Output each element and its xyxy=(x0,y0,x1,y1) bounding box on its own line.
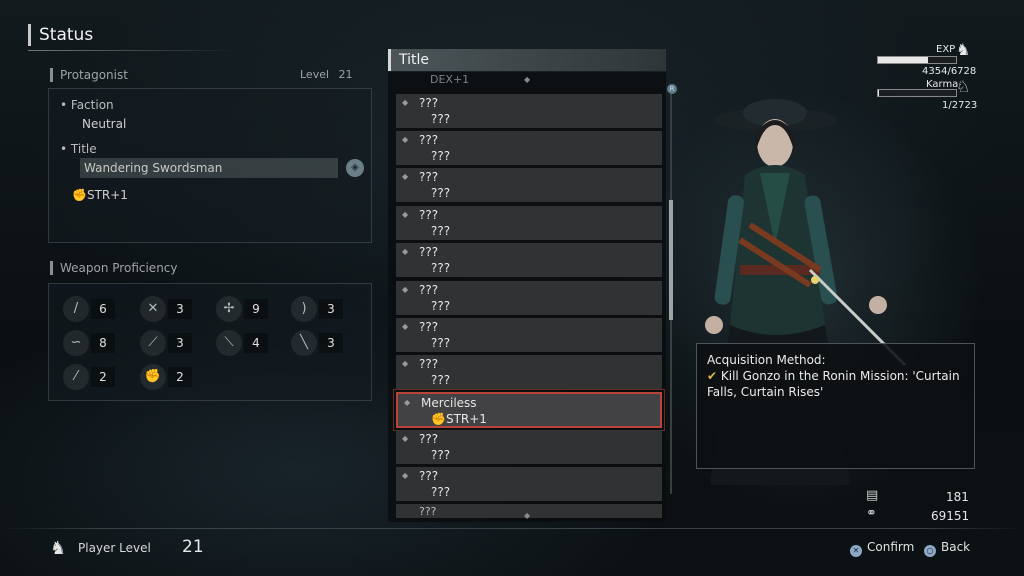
current-title-field[interactable]: Wandering Swordsman xyxy=(80,158,338,178)
scroll-icon: ▤ xyxy=(866,488,879,503)
partial-top-item: DEX+1 xyxy=(430,73,470,86)
player-level-label: Player Level xyxy=(78,541,151,555)
diamond-icon: ◆ xyxy=(404,398,411,407)
kodama-icon: ♞ xyxy=(956,40,971,59)
diamond-icon: ◆ xyxy=(402,98,409,107)
scroll-down-icon[interactable]: ◆ xyxy=(524,511,530,520)
weapon-proficiency-heading: Weapon Proficiency xyxy=(50,261,178,275)
faction-value: Neutral xyxy=(82,117,127,131)
diamond-icon: ◆ xyxy=(402,135,409,144)
title-list-item[interactable]: ◆?????? xyxy=(396,355,662,389)
coins-icon: ⚭ xyxy=(866,506,877,521)
kusarigama-icon: ∽ xyxy=(63,330,89,356)
proficiency-dual-swords: ✕ 3 xyxy=(140,296,210,322)
karma-value: 1/2723 xyxy=(942,100,978,111)
title-list-item[interactable]: ◆?????? xyxy=(396,318,662,352)
diamond-icon: ◆ xyxy=(402,322,409,331)
proficiency-axe: ⁄ 2 xyxy=(63,364,133,390)
axe-icon: ⁄ xyxy=(63,364,89,390)
bow-icon: ⟍ xyxy=(216,330,242,356)
back-button[interactable]: ○ Back xyxy=(924,540,970,557)
diamond-icon: ◆ xyxy=(402,210,409,219)
diamond-icon: ◆ xyxy=(402,359,409,368)
footer-divider xyxy=(0,528,1024,529)
odachi-icon: ) xyxy=(291,296,317,322)
proficiency-bow: ⟍ 4 xyxy=(216,330,286,356)
title-list-item-selected[interactable]: ◆ Merciless ✊STR+1 xyxy=(393,389,665,431)
fist-icon: ✊ xyxy=(72,188,87,202)
scroll-up-icon[interactable]: ◆ xyxy=(524,75,530,84)
title-list-item[interactable]: ◆?????? xyxy=(396,467,662,501)
acquisition-text: ✔ Kill Gonzo in the Ronin Mission: 'Curt… xyxy=(707,369,960,399)
protagonist-heading: Protagonist xyxy=(50,68,128,82)
title-label: • Title xyxy=(60,142,97,156)
level-label: Level xyxy=(300,68,330,81)
faction-label: • Faction xyxy=(60,98,114,112)
title-change-icon[interactable]: ◈ xyxy=(346,159,364,177)
circle-button-icon: ○ xyxy=(924,545,936,557)
katana-icon: ╲ xyxy=(291,330,317,356)
fist-icon: ✊ xyxy=(140,364,166,390)
page-title: Status xyxy=(28,24,93,46)
proficiency-sword: /6 xyxy=(63,296,133,322)
exp-bar xyxy=(877,56,957,64)
cross-button-icon: ✕ xyxy=(850,545,862,557)
title-list-item[interactable]: ◆?????? xyxy=(396,281,662,315)
protagonist-level: Level 21 xyxy=(300,68,353,81)
gold-count: 69151 xyxy=(931,509,970,523)
check-icon: ✔ xyxy=(707,369,718,383)
title-list-item[interactable]: ◆?????? xyxy=(396,168,662,202)
scrollbar-thumb[interactable] xyxy=(669,200,673,320)
proficiency-fist: ✊ 2 xyxy=(140,364,210,390)
exp-bar-fill xyxy=(878,57,929,63)
fist-icon: ✊ xyxy=(431,412,446,426)
diamond-icon: ◆ xyxy=(402,172,409,181)
karma-icon: ♘ xyxy=(956,77,971,96)
spear-icon: ✢ xyxy=(216,296,242,322)
title-list-item[interactable]: ◆?????? xyxy=(396,94,662,128)
sword-icon: / xyxy=(63,296,89,322)
acquisition-label: Acquisition Method: xyxy=(707,353,826,367)
proficiency-odachi: ) 3 xyxy=(291,296,361,322)
title-underline xyxy=(28,50,238,51)
title-list-item[interactable]: ◆?????? xyxy=(396,131,662,165)
title-list-item[interactable]: ◆?????? xyxy=(396,243,662,277)
amrita-scroll-count: 181 xyxy=(946,490,969,504)
title-list-header: Title xyxy=(388,49,666,71)
proficiency-spear: ✢ 9 xyxy=(216,296,286,322)
player-icon: ♞ xyxy=(50,538,67,559)
acquisition-panel: Acquisition Method: ✔ Kill Gonzo in the … xyxy=(696,343,975,469)
proficiency-katana: ╲ 3 xyxy=(291,330,361,356)
exp-value: 4354/6728 xyxy=(922,66,977,77)
diamond-icon: ◆ xyxy=(402,471,409,480)
proficiency-kusarigama: ∽ 8 xyxy=(63,330,133,356)
dual-swords-icon: ✕ xyxy=(140,296,166,322)
switchglaive-icon: ⟋ xyxy=(140,330,166,356)
diamond-icon: ◆ xyxy=(402,285,409,294)
title-bonus: ✊STR+1 xyxy=(72,188,128,202)
title-list-item[interactable]: ◆?????? xyxy=(396,206,662,240)
diamond-icon: ◆ xyxy=(402,247,409,256)
player-level-value: 21 xyxy=(182,537,204,557)
level-value: 21 xyxy=(338,68,353,81)
title-list-item[interactable]: ◆?????? xyxy=(396,430,662,464)
confirm-button[interactable]: ✕ Confirm xyxy=(850,540,914,557)
proficiency-switchglaive: ⟋ 3 xyxy=(140,330,210,356)
exp-label: EXP xyxy=(936,44,956,55)
diamond-icon: ◆ xyxy=(402,434,409,443)
karma-bar xyxy=(877,89,957,97)
scroll-anchor-icon: R xyxy=(667,84,677,94)
